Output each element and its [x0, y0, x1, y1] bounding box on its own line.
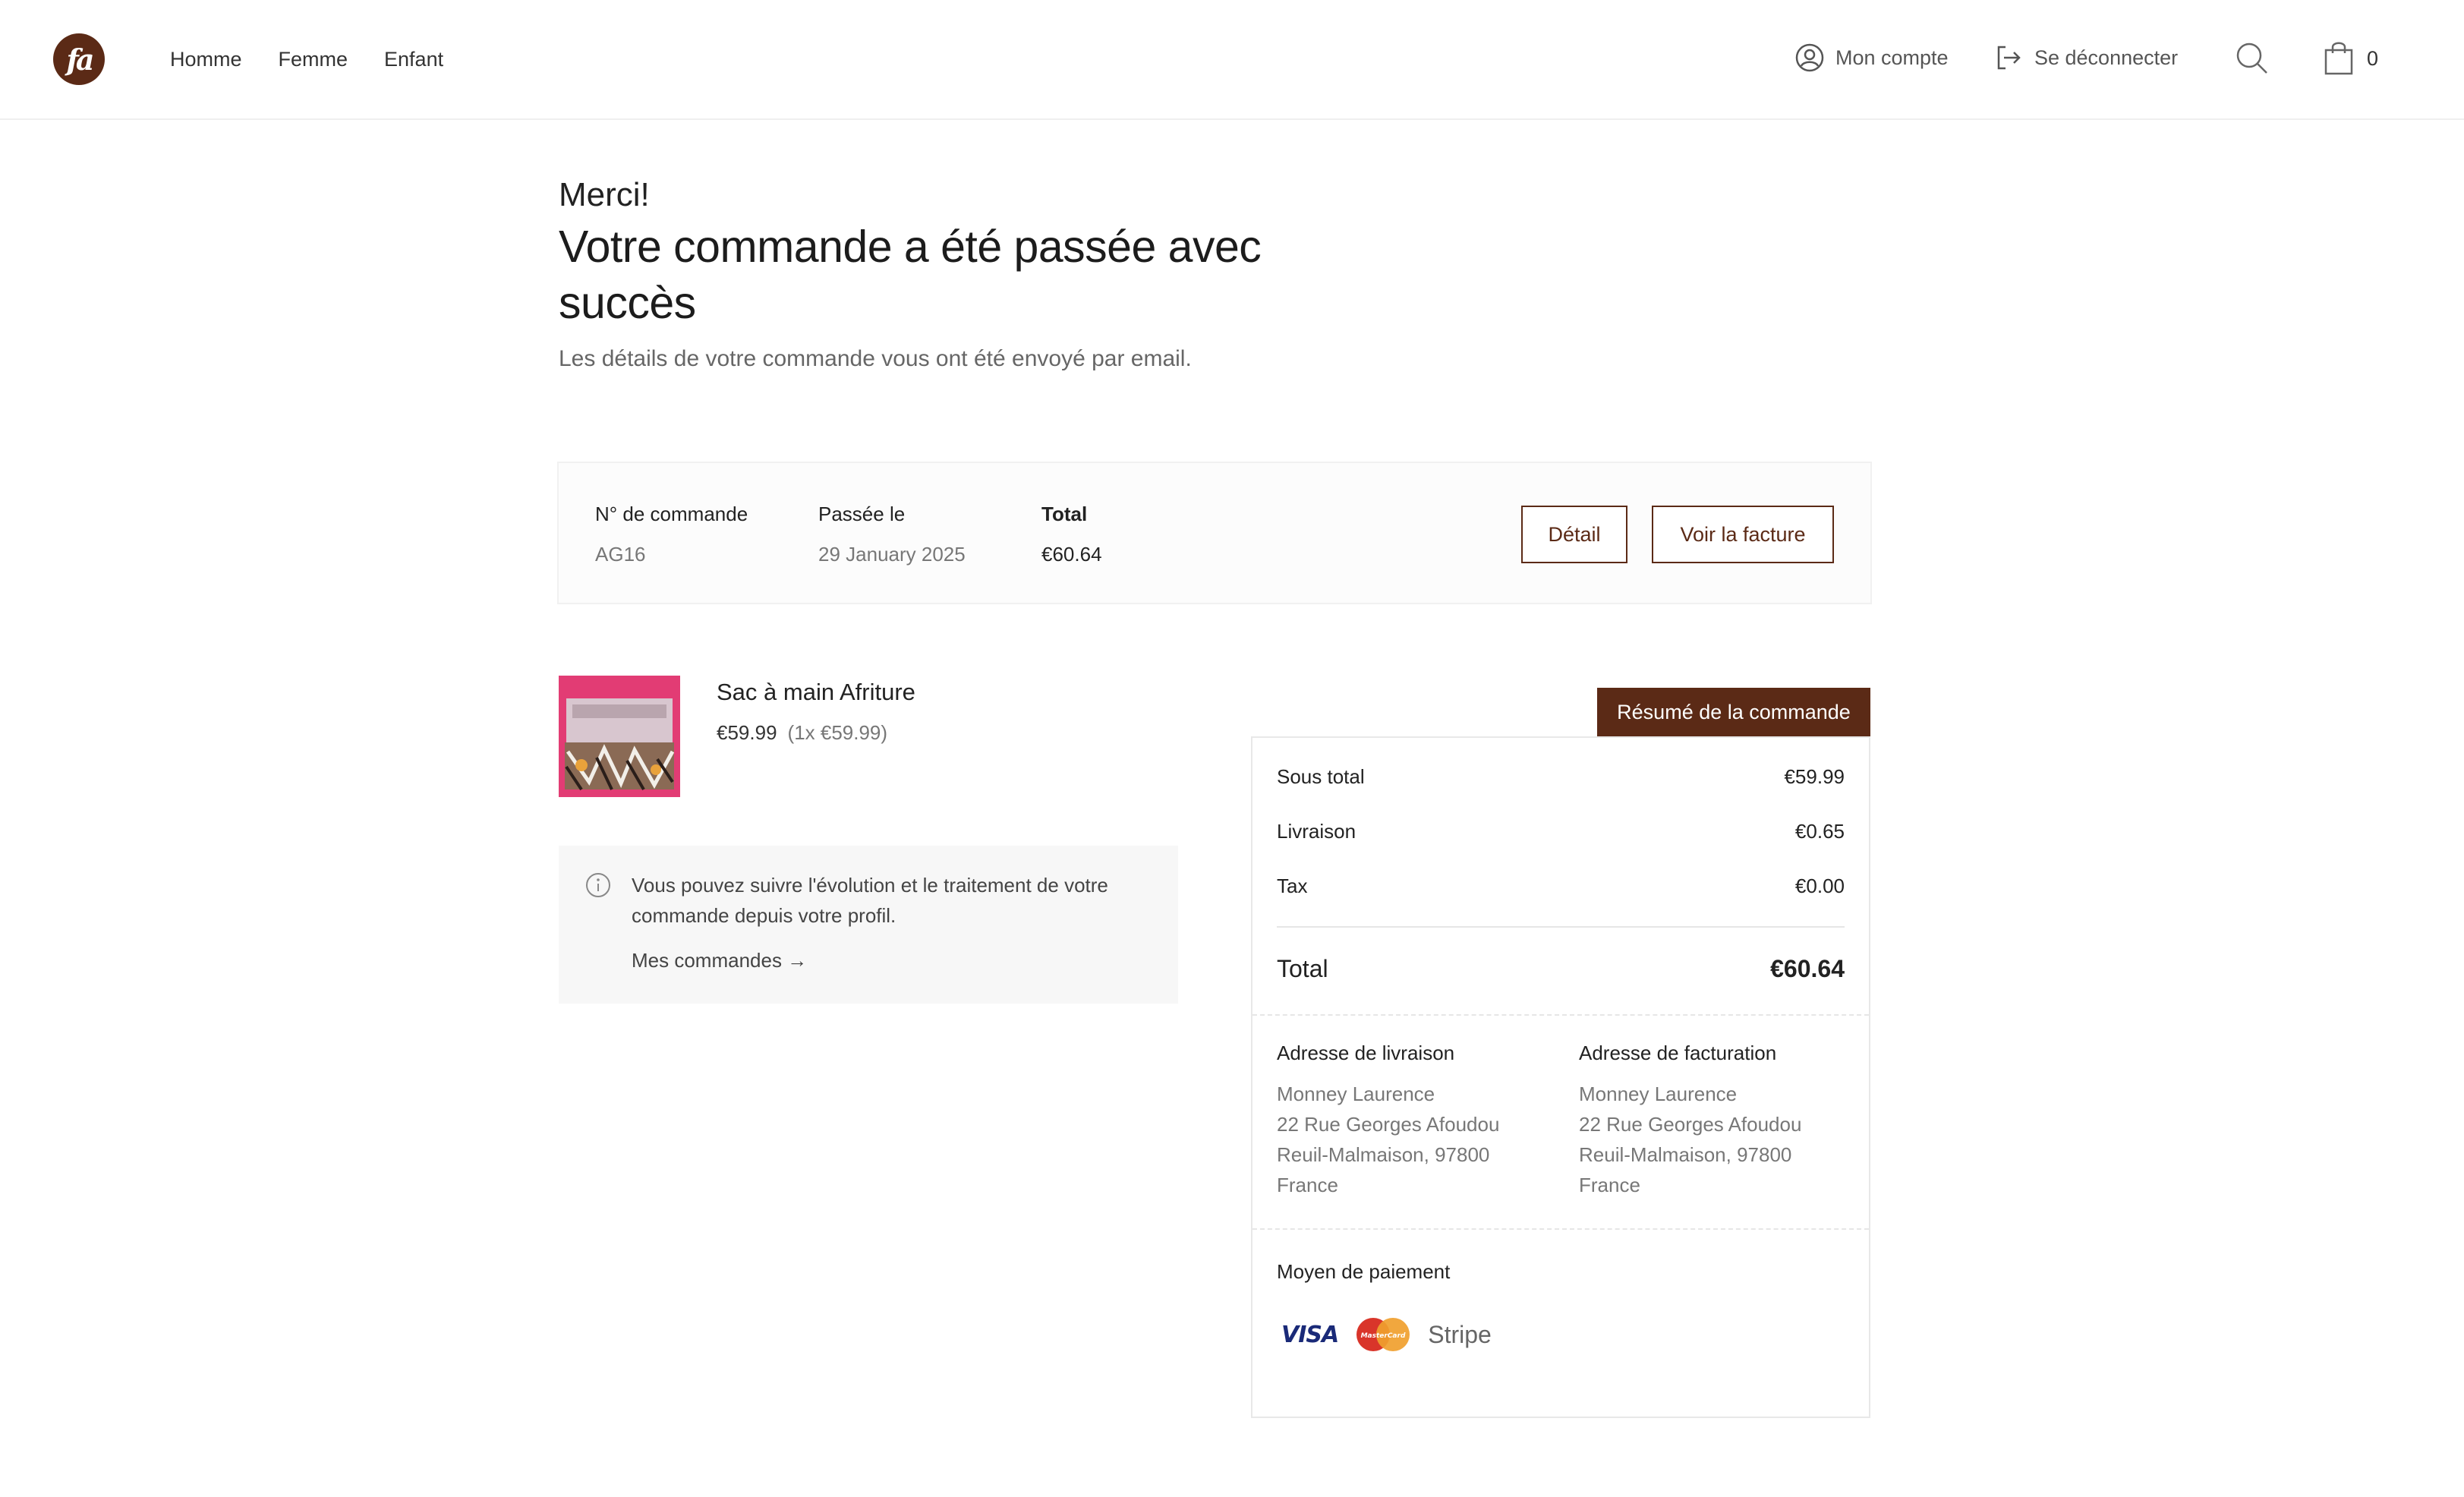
site-header: fa Homme Femme Enfant Mon compte Se déco… — [0, 0, 2464, 120]
handbag-image — [559, 676, 680, 797]
product-price-line: €59.99 (1x €59.99) — [717, 721, 887, 745]
shipping-address-city: Reuil-Malmaison, 97800 — [1277, 1143, 1490, 1166]
shipping-address-street: 22 Rue Georges Afoudou — [1277, 1113, 1500, 1136]
product-name[interactable]: Sac à main Afriture — [717, 679, 915, 706]
order-summary-tag: Résumé de la commande — [1597, 688, 1870, 736]
search-button[interactable] — [2235, 41, 2270, 80]
product-thumbnail[interactable] — [559, 676, 680, 797]
info-icon — [586, 873, 610, 897]
subtotal-value: €59.99 — [1784, 765, 1845, 788]
thanks-heading: Merci! — [559, 176, 650, 213]
billing-address-name: Monney Laurence — [1579, 1083, 1738, 1105]
tax-row: Tax €0.00 — [1277, 875, 1845, 898]
shopping-bag-icon — [2324, 42, 2353, 75]
page-title: Votre commande a été passée avec succès — [559, 222, 1262, 328]
shipping-address: Adresse de livraison Monney Laurence 22 … — [1277, 1042, 1550, 1200]
summary-divider — [1277, 926, 1845, 928]
order-date-value: 29 January 2025 — [818, 543, 966, 566]
summary-total-value: €60.64 — [1770, 955, 1845, 982]
shipping-address-country: France — [1277, 1174, 1338, 1196]
main-nav: Homme Femme Enfant — [170, 0, 443, 118]
product-qty-price: (1x €59.99) — [787, 721, 888, 744]
shipping-address-title: Adresse de livraison — [1277, 1042, 1455, 1064]
billing-address-country: France — [1579, 1174, 1640, 1196]
search-icon — [2236, 43, 2267, 74]
order-date-label: Passée le — [818, 503, 906, 525]
order-number-label: N° de commande — [595, 503, 748, 525]
page-subtitle: Les détails de votre commande vous ont é… — [559, 346, 1192, 371]
detail-button[interactable]: Détail — [1521, 506, 1627, 563]
cart-count: 0 — [2367, 47, 2379, 70]
logout-link[interactable]: Se déconnecter — [1993, 43, 2178, 73]
visa-logo: VISA — [1281, 1321, 1339, 1348]
order-total-label: Total — [1041, 503, 1088, 525]
summary-dashed-divider — [1252, 1014, 1869, 1016]
logout-icon — [1997, 46, 2021, 70]
logout-label: Se déconnecter — [2034, 46, 2179, 69]
brand-logo[interactable]: fa — [53, 33, 105, 85]
billing-address-title: Adresse de facturation — [1579, 1042, 1777, 1064]
tracking-notice: Vous pouvez suivre l'évolution et le tra… — [559, 846, 1178, 1004]
tax-label: Tax — [1277, 875, 1308, 897]
mastercard-logo: MasterCard — [1356, 1318, 1410, 1351]
order-total: Total €60.64 — [1041, 503, 1102, 566]
payment-dashed-divider — [1252, 1228, 1869, 1230]
shipping-address-name: Monney Laurence — [1277, 1083, 1435, 1105]
cart-button[interactable] — [2323, 39, 2355, 80]
stripe-label: Stripe — [1428, 1320, 1492, 1348]
view-invoice-button[interactable]: Voir la facture — [1652, 506, 1834, 563]
order-total-value: €60.64 — [1041, 543, 1102, 566]
mastercard-logo-text: MasterCard — [1361, 1332, 1406, 1340]
shipping-value: €0.65 — [1794, 820, 1845, 843]
order-date: Passée le 29 January 2025 — [818, 503, 966, 566]
nav-link-homme[interactable]: Homme — [170, 48, 242, 71]
tax-value: €0.00 — [1794, 875, 1845, 897]
notice-text: Vous pouvez suivre l'évolution et le tra… — [632, 874, 1108, 927]
billing-address-street: 22 Rue Georges Afoudou — [1579, 1113, 1802, 1136]
product-price: €59.99 — [717, 721, 777, 744]
summary-total-label: Total — [1277, 955, 1328, 982]
my-orders-link[interactable]: Mes commandes → — [632, 949, 807, 972]
account-label: Mon compte — [1835, 46, 1949, 69]
order-number-value: AG16 — [595, 543, 646, 566]
order-number: N° de commande AG16 — [595, 503, 748, 566]
brand-logo-text: fa — [66, 42, 95, 77]
account-link[interactable]: Mon compte — [1794, 43, 1949, 73]
order-summary: Sous total €59.99 Livraison €0.65 Tax €0… — [1251, 736, 1870, 1418]
billing-address-city: Reuil-Malmaison, 97800 — [1579, 1143, 1792, 1166]
billing-address: Adresse de facturation Monney Laurence 2… — [1579, 1042, 1852, 1200]
shipping-label: Livraison — [1277, 820, 1356, 843]
shipping-row: Livraison €0.65 — [1277, 820, 1845, 843]
payment-title: Moyen de paiement — [1277, 1260, 1451, 1283]
order-info-box: N° de commande AG16 Passée le 29 January… — [557, 462, 1872, 604]
subtotal-row: Sous total €59.99 — [1277, 765, 1845, 789]
user-circle-icon — [1795, 43, 1824, 72]
nav-link-femme[interactable]: Femme — [279, 48, 348, 71]
total-row: Total €60.64 — [1277, 955, 1845, 983]
subtotal-label: Sous total — [1277, 765, 1365, 788]
nav-link-enfant[interactable]: Enfant — [384, 48, 443, 71]
payment-methods: VISA MasterCard Stripe — [1281, 1316, 1492, 1353]
